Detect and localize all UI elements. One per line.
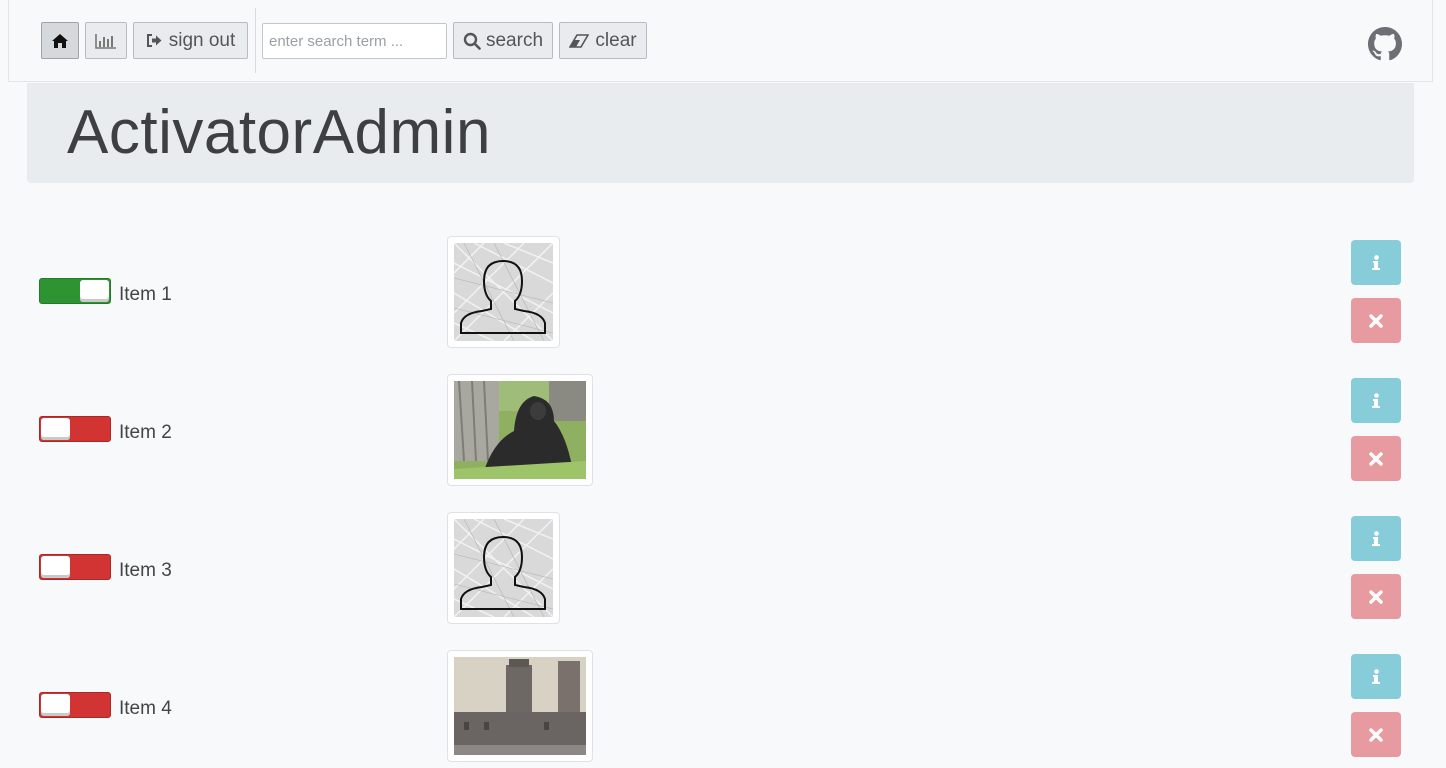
item-label: Item 2 xyxy=(119,422,172,443)
info-icon xyxy=(1372,668,1380,684)
search-input[interactable] xyxy=(262,23,447,59)
item-thumbnail xyxy=(447,374,593,486)
item-label: Item 3 xyxy=(119,560,172,581)
header-banner: ActivatorAdmin xyxy=(27,83,1414,183)
clear-button[interactable]: clear xyxy=(559,22,647,59)
info-icon xyxy=(1372,254,1380,270)
list-item: Item 3 xyxy=(0,512,1446,624)
stats-button[interactable] xyxy=(85,22,127,59)
gorilla-photo xyxy=(454,381,586,479)
item-2-toggle[interactable] xyxy=(39,416,111,442)
list-item: Item 2 xyxy=(0,374,1446,486)
clear-label: clear xyxy=(595,29,637,51)
search-button[interactable]: search xyxy=(453,22,553,59)
item-3-toggle[interactable] xyxy=(39,554,111,580)
item-thumbnail xyxy=(447,650,593,762)
item-4-delete-button[interactable] xyxy=(1351,712,1401,757)
close-icon xyxy=(1369,589,1383,604)
close-icon xyxy=(1369,313,1383,328)
castle-photo xyxy=(454,657,586,755)
navbar-divider xyxy=(255,8,256,73)
avatar-placeholder-icon xyxy=(454,243,553,341)
bar-chart-icon xyxy=(95,33,116,49)
item-4-info-button[interactable] xyxy=(1351,654,1401,699)
item-1-toggle[interactable] xyxy=(39,278,111,304)
toggle-knob xyxy=(41,694,70,716)
avatar-placeholder-icon xyxy=(454,519,553,617)
github-icon[interactable] xyxy=(1368,27,1402,61)
list-item: Item 1 xyxy=(0,236,1446,348)
item-2-delete-button[interactable] xyxy=(1351,436,1401,481)
toggle-knob xyxy=(41,556,70,578)
home-icon xyxy=(52,33,68,48)
search-icon xyxy=(463,32,481,50)
item-3-delete-button[interactable] xyxy=(1351,574,1401,619)
item-thumbnail xyxy=(447,512,560,624)
list-item: Item 4 xyxy=(0,650,1446,762)
close-icon xyxy=(1369,451,1383,466)
item-label: Item 4 xyxy=(119,698,172,719)
sign-out-icon xyxy=(146,34,162,47)
eraser-icon xyxy=(569,33,590,48)
item-label: Item 1 xyxy=(119,284,172,305)
close-icon xyxy=(1369,727,1383,742)
home-button[interactable] xyxy=(41,22,79,59)
sign-out-label: sign out xyxy=(168,29,236,51)
page-title: ActivatorAdmin xyxy=(67,98,491,167)
info-icon xyxy=(1372,530,1380,546)
item-1-delete-button[interactable] xyxy=(1351,298,1401,343)
item-4-toggle[interactable] xyxy=(39,692,111,718)
item-thumbnail xyxy=(447,236,560,348)
item-3-info-button[interactable] xyxy=(1351,516,1401,561)
search-label: search xyxy=(485,29,544,51)
info-icon xyxy=(1372,392,1380,408)
toggle-knob xyxy=(41,418,70,440)
toggle-knob xyxy=(80,280,109,302)
item-2-info-button[interactable] xyxy=(1351,378,1401,423)
item-1-info-button[interactable] xyxy=(1351,240,1401,285)
sign-out-button[interactable]: sign out xyxy=(133,22,248,59)
